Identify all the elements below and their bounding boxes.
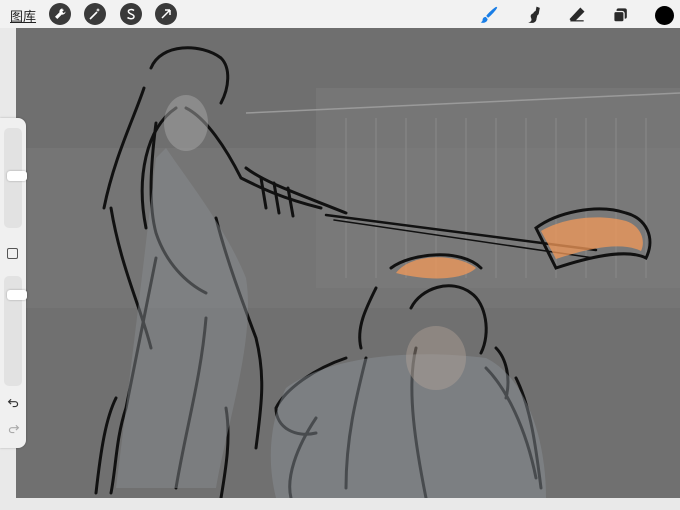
color-swatch-icon: [654, 5, 674, 25]
color-button[interactable]: [652, 3, 676, 27]
modify-button[interactable]: [7, 248, 18, 259]
smudge-icon: [528, 6, 540, 23]
layers-icon: [612, 7, 627, 22]
top-toolbar: 图库: [0, 0, 680, 28]
paint-tool-button[interactable]: [477, 3, 501, 27]
gallery-button[interactable]: 图库: [10, 6, 36, 25]
selection-button[interactable]: [120, 3, 142, 25]
magic-wand-icon: [89, 8, 100, 20]
undo-icon: [7, 398, 18, 407]
brush-size-slider[interactable]: [4, 128, 27, 228]
undo-button[interactable]: [5, 394, 21, 410]
drawing-canvas[interactable]: [16, 28, 680, 498]
sketch-artwork: [16, 28, 680, 498]
opacity-handle[interactable]: [7, 290, 27, 300]
opacity-slider[interactable]: [4, 276, 27, 386]
redo-button[interactable]: [5, 420, 21, 436]
transform-button[interactable]: [155, 3, 177, 25]
brush-size-handle[interactable]: [7, 171, 27, 182]
selection-s-icon: [127, 8, 135, 20]
arrow-cursor-icon: [161, 9, 171, 19]
adjustments-button[interactable]: [84, 3, 106, 25]
layers-button[interactable]: [608, 3, 632, 27]
redo-icon: [8, 424, 19, 433]
smudge-tool-button[interactable]: [522, 3, 546, 27]
wrench-icon: [55, 8, 66, 19]
actions-button[interactable]: [49, 3, 71, 25]
brush-icon: [480, 6, 498, 23]
eraser-icon: [569, 7, 585, 22]
left-sidebar: [0, 118, 27, 448]
erase-tool-button[interactable]: [565, 3, 589, 27]
